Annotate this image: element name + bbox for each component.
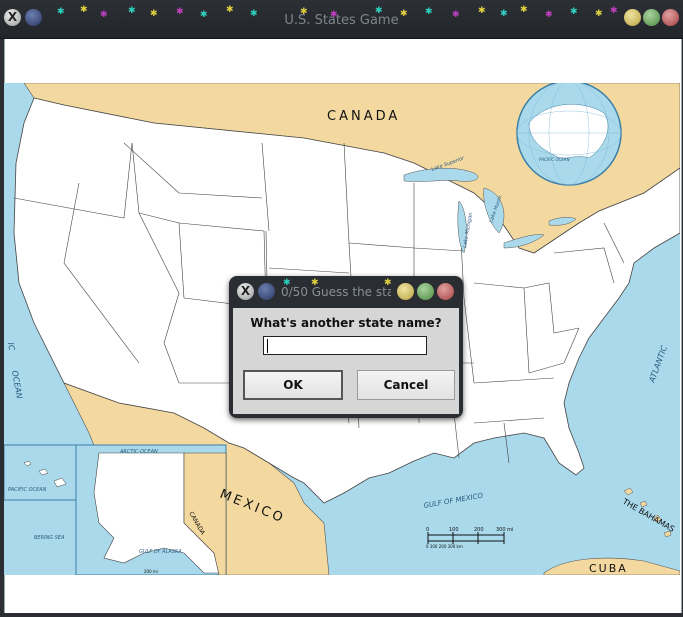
dialog-star-decoration: ✱: [384, 278, 392, 288]
dialog-titlebar[interactable]: X 0/50 Guess the sta ✱ ✱ ✱: [229, 276, 463, 306]
dialog-orb-icon: [258, 283, 275, 300]
minimize-icon[interactable]: [624, 9, 641, 26]
dialog-minimize-icon[interactable]: [397, 283, 414, 300]
dialog-maximize-icon[interactable]: [417, 283, 434, 300]
scale-label-300mi: 300 mi: [496, 527, 513, 533]
scale-label-100: 100: [449, 527, 459, 533]
window-titlebar[interactable]: X U.S. States Game ✱ ✱ ✱ ✱ ✱ ✱ ✱ ✱ ✱ ✱ ✱…: [0, 0, 683, 39]
dialog-star-decoration: ✱: [283, 278, 291, 288]
dialog-prompt: What's another state name?: [250, 316, 442, 330]
label-canada: CANADA: [327, 109, 400, 124]
label-cuba: CUBA: [589, 562, 628, 575]
shade-icon[interactable]: [662, 9, 679, 26]
dialog-star-decoration: ✱: [311, 278, 319, 288]
state-name-input[interactable]: [263, 336, 427, 355]
label-gulf-of-alaska: GULF OF ALASKA: [139, 549, 182, 555]
dialog-close-icon[interactable]: X: [237, 283, 254, 300]
label-arctic-ocean: ARCTIC OCEAN: [119, 449, 158, 455]
dialog-shade-icon[interactable]: [437, 283, 454, 300]
dialog-body: What's another state name? OK Cancel: [233, 308, 459, 414]
cancel-button[interactable]: Cancel: [357, 370, 455, 400]
dialog-title: 0/50 Guess the sta: [281, 285, 391, 299]
text-caret: [267, 339, 268, 353]
label-globe-ocean: PACIFIC OCEAN: [539, 157, 570, 162]
scale-label-0: 0: [426, 527, 429, 533]
guess-dialog: X 0/50 Guess the sta ✱ ✱ ✱ What's anothe…: [229, 276, 463, 418]
scale-label-200: 200: [474, 527, 484, 533]
inset-scale-label: 200 mi: [144, 569, 158, 574]
scale-label-km: 0 100 200 300 km: [426, 544, 463, 549]
label-bering-sea: BERING SEA: [34, 535, 65, 541]
ok-button[interactable]: OK: [243, 370, 343, 400]
maximize-icon[interactable]: [643, 9, 660, 26]
label-pacific-inset: PACIFIC OCEAN: [8, 487, 47, 493]
